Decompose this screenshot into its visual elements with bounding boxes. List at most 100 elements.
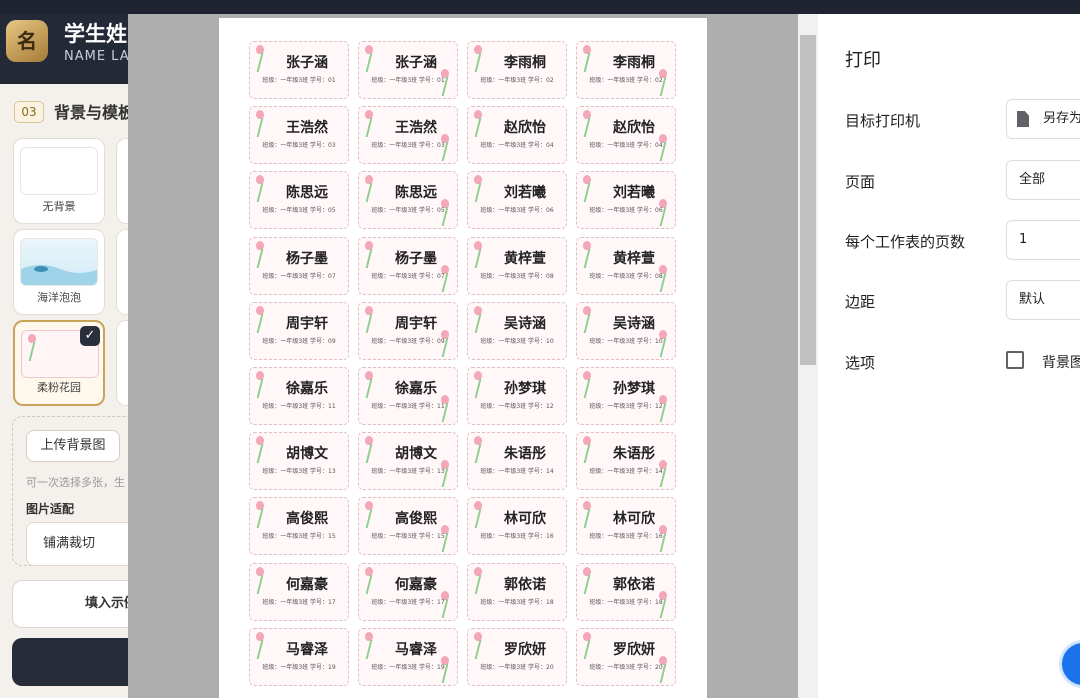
student-name: 胡博文 xyxy=(395,446,437,462)
name-label-card: 孙梦琪 班级：一年级3班 学号：12 xyxy=(467,367,567,425)
upload-background-button[interactable]: 上传背景图 xyxy=(26,430,120,462)
student-class-number: 班级：一年级3班 学号：17 xyxy=(262,599,336,606)
background-option-ocean[interactable]: 海洋泡泡 xyxy=(13,229,105,315)
student-name: 吴诗涵 xyxy=(504,316,546,332)
name-label-card: 赵欣怡 班级：一年级3班 学号：04 xyxy=(467,106,567,164)
student-class-number: 班级：一年级3班 学号：16 xyxy=(589,533,663,540)
student-class-number: 班级：一年级3班 学号：09 xyxy=(371,338,445,345)
name-label-card: 马睿泽 班级：一年级3班 学号：19 xyxy=(358,628,458,686)
flower-icon xyxy=(581,567,593,595)
ocean-wave-icon xyxy=(21,265,97,285)
background-option-label: 柔粉花园 xyxy=(37,381,81,394)
flower-icon xyxy=(254,110,266,138)
student-class-number: 班级：一年级3班 学号：14 xyxy=(589,468,663,475)
student-name: 杨子墨 xyxy=(395,251,437,267)
print-preview-area[interactable]: 张子涵 班级：一年级3班 学号：01 张子涵 班级：一年级3班 学号：01 李雨桐 班级：… xyxy=(128,14,798,698)
window-top-strip xyxy=(0,0,1080,14)
student-class-number: 班级：一年级3班 学号：12 xyxy=(589,403,663,410)
student-class-number: 班级：一年级3班 学号：07 xyxy=(371,273,445,280)
fill-sample-button[interactable]: 填入示例 xyxy=(12,580,130,628)
student-class-number: 班级：一年级3班 学号：08 xyxy=(480,273,554,280)
student-name: 郭依诺 xyxy=(613,577,655,593)
name-label-card: 刘若曦 班级：一年级3班 学号：06 xyxy=(576,171,676,229)
flower-icon xyxy=(254,436,266,464)
flower-icon xyxy=(254,241,266,269)
name-label-card: 李雨桐 班级：一年级3班 学号：02 xyxy=(467,41,567,99)
background-option-pink-garden[interactable]: ✓ 柔粉花园 xyxy=(13,320,105,406)
destination-label: 目标打印机 xyxy=(845,112,921,130)
flower-icon xyxy=(363,436,375,464)
background-graphics-checkbox[interactable] xyxy=(1006,351,1024,369)
name-label-card: 王浩然 班级：一年级3班 学号：03 xyxy=(249,106,349,164)
pages-per-sheet-select[interactable]: 1 xyxy=(1006,220,1080,260)
student-class-number: 班级：一年级3班 学号：15 xyxy=(371,533,445,540)
flower-icon xyxy=(581,371,593,399)
print-dialog-title: 打印 xyxy=(845,50,881,71)
student-class-number: 班级：一年级3班 学号：02 xyxy=(480,77,554,84)
name-label-card: 孙梦琪班级：一年级3班 学号：12 xyxy=(576,367,676,425)
student-name: 孙梦琪 xyxy=(613,381,655,397)
name-label-card: 杨子墨 班级：一年级3班 学号：07 xyxy=(249,237,349,295)
name-label-card: 何嘉豪 班级：一年级3班 学号：17 xyxy=(249,563,349,621)
flower-icon xyxy=(581,175,593,203)
student-class-number: 班级：一年级3班 学号：02 xyxy=(589,77,663,84)
upload-hint: 可一次选择多张，生 xyxy=(26,476,125,489)
name-label-card: 黄梓萱班级：一年级3班 学号：08 xyxy=(467,237,567,295)
student-class-number: 班级：一年级3班 学号：11 xyxy=(262,403,336,410)
destination-select[interactable]: 另存为 xyxy=(1006,99,1080,139)
print-button[interactable] xyxy=(1059,640,1080,688)
section-number-badge: 03 xyxy=(14,101,44,123)
student-class-number: 班级：一年级3班 学号：09 xyxy=(262,338,336,345)
flower-icon xyxy=(254,501,266,529)
margins-label: 边距 xyxy=(845,293,876,311)
file-icon xyxy=(1017,111,1029,127)
flower-icon xyxy=(363,175,375,203)
student-name: 朱语彤 xyxy=(613,446,655,462)
flower-icon xyxy=(581,501,593,529)
pages-select[interactable]: 全部 xyxy=(1006,160,1080,200)
name-label-card: 郭依诺 班级：一年级3班 学号：18 xyxy=(576,563,676,621)
flower-icon xyxy=(581,632,593,660)
destination-value: 另存为 xyxy=(1043,111,1080,126)
primary-action-button[interactable] xyxy=(12,638,130,686)
student-class-number: 班级：一年级3班 学号：03 xyxy=(371,142,445,149)
flower-icon xyxy=(472,632,484,660)
name-label-card: 马睿泽 班级：一年级3班 学号：19 xyxy=(249,628,349,686)
student-name: 刘若曦 xyxy=(504,185,546,201)
preview-scrollbar-thumb[interactable] xyxy=(800,35,816,365)
section-title: 背景与模板 xyxy=(54,103,130,122)
app-subtitle: NAME LAB xyxy=(64,49,130,64)
name-label-card: 高俊熙 班级：一年级3班 学号：15 xyxy=(249,497,349,555)
flower-icon xyxy=(472,110,484,138)
student-name: 罗欣妍 xyxy=(504,642,546,658)
flower-icon xyxy=(363,632,375,660)
name-label-card: 何嘉豪 班级：一年级3班 学号：17 xyxy=(358,563,458,621)
image-fit-select[interactable]: 铺满裁切 xyxy=(26,522,130,566)
student-name: 林可欣 xyxy=(613,511,655,527)
selected-check-icon: ✓ xyxy=(80,326,100,346)
app-sidebar: 名 学生姓 NAME LAB 03 背景与模板 无背景 海洋泡泡 ✓ 柔粉花园 … xyxy=(0,0,130,698)
student-class-number: 班级：一年级3班 学号：03 xyxy=(262,142,336,149)
flower-icon xyxy=(581,110,593,138)
name-label-card: 赵欣怡 班级：一年级3班 学号：04 xyxy=(576,106,676,164)
background-option-none[interactable]: 无背景 xyxy=(13,138,105,224)
name-label-card: 张子涵 班级：一年级3班 学号：01 xyxy=(249,41,349,99)
margins-select[interactable]: 默认 xyxy=(1006,280,1080,320)
student-class-number: 班级：一年级3班 学号：17 xyxy=(371,599,445,606)
student-name: 张子涵 xyxy=(286,55,328,71)
student-class-number: 班级：一年级3班 学号：05 xyxy=(262,207,336,214)
student-class-number: 班级：一年级3班 学号：04 xyxy=(589,142,663,149)
flower-icon xyxy=(363,567,375,595)
student-name: 黄梓萱 xyxy=(504,251,546,267)
student-name: 杨子墨 xyxy=(286,251,328,267)
name-label-card: 胡博文 班级：一年级3班 学号：13 xyxy=(358,432,458,490)
flower-icon xyxy=(363,110,375,138)
student-name: 周宇轩 xyxy=(286,316,328,332)
name-label-card: 吴诗涵 班级：一年级3班 学号：10 xyxy=(467,302,567,360)
student-class-number: 班级：一年级3班 学号：19 xyxy=(262,664,336,671)
flower-icon xyxy=(472,175,484,203)
student-name: 徐嘉乐 xyxy=(395,381,437,397)
name-label-card: 黄梓萱 班级：一年级3班 学号：08 xyxy=(576,237,676,295)
student-class-number: 班级：一年级3班 学号：11 xyxy=(371,403,445,410)
flower-icon xyxy=(581,306,593,334)
